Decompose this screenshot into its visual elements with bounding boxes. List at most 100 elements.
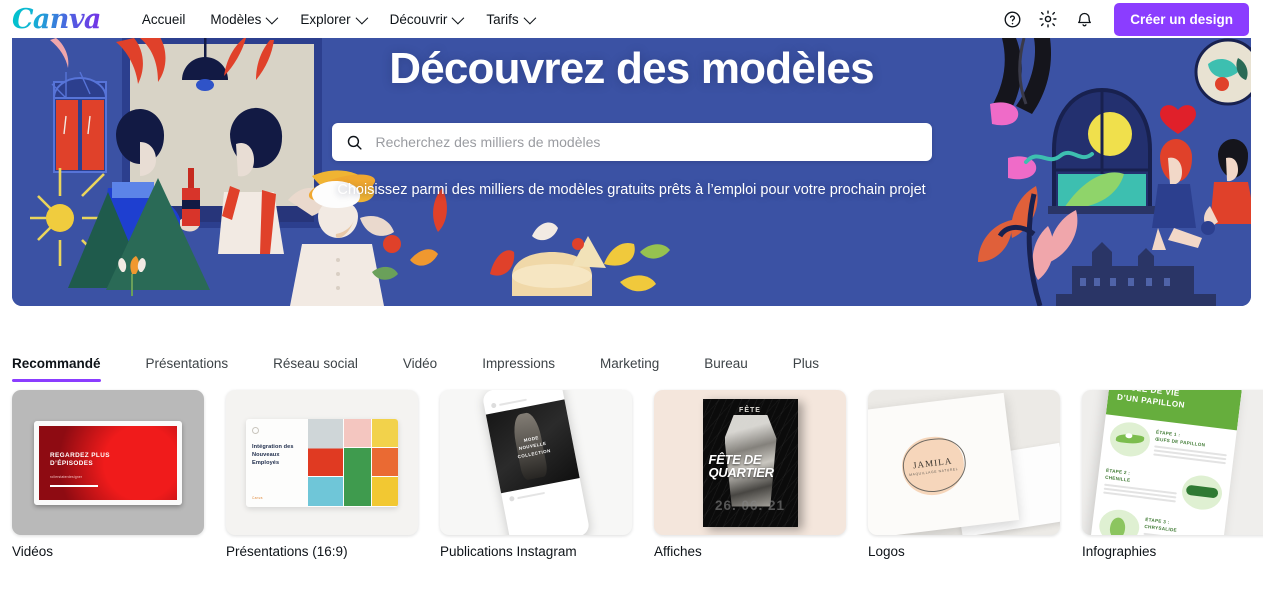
hero-subtitle: Choisissez parmi des milliers de modèles… [337,182,926,199]
card-affiches[interactable]: FÊTE FÊTE DE QUARTIER 26. 06. 21 Affiche… [654,390,846,559]
card-label: Vidéos [12,544,54,559]
nav-item-label: Accueil [141,11,186,27]
tab-video[interactable]: Vidéo [380,356,459,382]
template-category-grid: REGARDEZ PLUS D’ÉPISODES rollerstaterdesi… [0,382,1263,559]
search-icon [347,135,362,150]
step-illustration [1180,473,1224,512]
card-infographies[interactable]: CYCLE DE VIED’UN PAPILLON ÉTAPE 1 :ŒUFS … [1082,390,1263,559]
step-text: ÉTAPE 3 : CHRYSALIDE [1142,517,1218,535]
video-slide-heading: REGARDEZ PLUS D’ÉPISODES [50,451,110,468]
poster-title: FÊTE DE QUARTIER [708,451,775,481]
phone-mockup: MODE NOUVELLE COLLECTION [481,390,591,535]
thumbnail-instagram[interactable]: MODE NOUVELLE COLLECTION [440,390,632,535]
slide-logo-icon [252,426,259,434]
tab-bureau[interactable]: Bureau [681,356,770,382]
envelope-front: JAMILA MAQUILLAGE NATUREL [868,392,1020,535]
thumbnail-affiches[interactable]: FÊTE FÊTE DE QUARTIER 26. 06. 21 [654,390,846,535]
username-placeholder [498,397,527,405]
card-label: Infographies [1082,544,1157,559]
tab-marketing[interactable]: Marketing [577,356,681,382]
step-label: ÉTAPE 1 : ŒUFS DE PAPILLON [1154,429,1206,448]
photo-tile [308,418,344,477]
thumbnail-presentations[interactable]: Intégration des Nouveaux Employés Canva [226,390,418,535]
card-label: Présentations (16:9) [226,544,348,559]
nav-item-accueil[interactable]: Accueil [131,6,197,33]
help-icon[interactable] [996,3,1028,35]
hero-banner: Découvrez des modèles Choisissez parmi d… [12,38,1251,306]
chrysalis-shape [1108,516,1127,535]
slide-tag: Canva [252,495,263,500]
post-image: MODE NOUVELLE COLLECTION [485,398,580,493]
step-illustration [1108,420,1152,459]
card-videos[interactable]: REGARDEZ PLUS D’ÉPISODES rollerstaterdesi… [12,390,204,559]
presentation-slide-preview: Intégration des Nouveaux Employés Canva [246,418,398,507]
canva-logo[interactable]: Canva [12,6,105,33]
create-design-button[interactable]: Créer un design [1114,2,1249,36]
photo-tile [371,477,398,506]
nav-item-tarifs[interactable]: Tarifs [475,6,543,33]
poster-date: 26. 06. 21 [714,497,786,513]
card-presentations[interactable]: Intégration des Nouveaux Employés Canva Pr… [226,390,418,559]
logo-brand-name: JAMILA [912,455,953,471]
tab-presentations[interactable]: Présentations [123,356,251,382]
nav-item-modeles[interactable]: Modèles [199,6,286,33]
nav-item-label: Explorer [300,11,351,27]
thumbnail-infographies[interactable]: CYCLE DE VIED’UN PAPILLON ÉTAPE 1 :ŒUFS … [1082,390,1263,535]
nav-item-label: Modèles [210,11,262,27]
nav-item-decouvrir[interactable]: Découvrir [379,6,473,33]
photo-tile [344,418,371,447]
thumbnail-videos[interactable]: REGARDEZ PLUS D’ÉPISODES rollerstaterdesi… [12,390,204,535]
card-publications-instagram[interactable]: MODE NOUVELLE COLLECTION Publications Inst… [440,390,632,559]
tab-plus[interactable]: Plus [770,356,841,382]
poster-kicker: FÊTE [739,406,761,414]
avatar [508,495,515,502]
infographic-title: CYCLE DE VIED’UN PAPILLON [1116,390,1186,410]
card-logos[interactable]: JAMILA MAQUILLAGE NATUREL Logos [868,390,1060,559]
nav-item-label: Tarifs [486,11,519,27]
tab-reseau-social[interactable]: Réseau social [250,356,380,382]
tab-impressions[interactable]: Impressions [459,356,577,382]
nav-item-explorer[interactable]: Explorer [289,6,375,33]
thumbnail-logos[interactable]: JAMILA MAQUILLAGE NATUREL [868,390,1060,535]
video-slide-preview: REGARDEZ PLUS D’ÉPISODES rollerstaterdesi… [34,420,182,505]
main-nav: Accueil Modèles Explorer Découvrir Tarif… [131,6,544,33]
chevron-down-icon [451,11,465,24]
step-label: ÉTAPE 3 : CHRYSALIDE [1144,517,1178,533]
chevron-down-icon [523,11,536,24]
gear-icon[interactable] [1032,3,1064,35]
step-text: ÉTAPE 2 : CHENILLE [1103,468,1179,503]
search-input[interactable] [373,133,918,152]
page-title: Découvrez des modèles [389,44,874,93]
caption-placeholder [517,490,545,499]
infographic-sheet: CYCLE DE VIED’UN PAPILLON ÉTAPE 1 :ŒUFS … [1090,390,1242,535]
top-header: Canva Accueil Modèles Explorer Découvrir… [0,0,1263,38]
nav-item-label: Découvrir [389,11,448,27]
caterpillar-shape [1185,484,1219,499]
card-label: Publications Instagram [440,544,577,559]
photo-tile [308,477,344,506]
video-slide-subheading: rollerstaterdesigner [50,474,83,479]
video-slide-rule [50,484,98,488]
category-tabs: Recommandé Présentations Réseau social V… [0,342,1263,382]
chevron-down-icon [355,11,368,24]
tab-recommande[interactable]: Recommandé [12,356,123,382]
logo-badge: JAMILA MAQUILLAGE NATUREL [898,433,968,499]
card-label: Affiches [654,544,702,559]
step-illustration [1097,507,1142,535]
slide-photo-grid [308,418,398,507]
photo-tile [371,447,398,477]
slide-text-column: Intégration des Nouveaux Employés Canva [246,419,308,507]
logo-tagline: MAQUILLAGE NATUREL [908,466,959,477]
chevron-down-icon [265,11,279,24]
bell-icon[interactable] [1068,3,1100,35]
template-search-box[interactable] [331,123,932,162]
poster-preview: FÊTE FÊTE DE QUARTIER 26. 06. 21 [702,398,798,527]
header-actions: Créer un design [996,2,1249,36]
step-text: ÉTAPE 1 : ŒUFS DE PAPILLON [1153,429,1229,465]
avatar [490,402,497,408]
photo-tile [344,447,371,506]
hero-content: Découvrez des modèles Choisissez parmi d… [12,38,1251,306]
card-label: Logos [868,544,905,559]
photo-tile [371,418,398,447]
slide-heading: Intégration des Nouveaux Employés [252,443,294,467]
